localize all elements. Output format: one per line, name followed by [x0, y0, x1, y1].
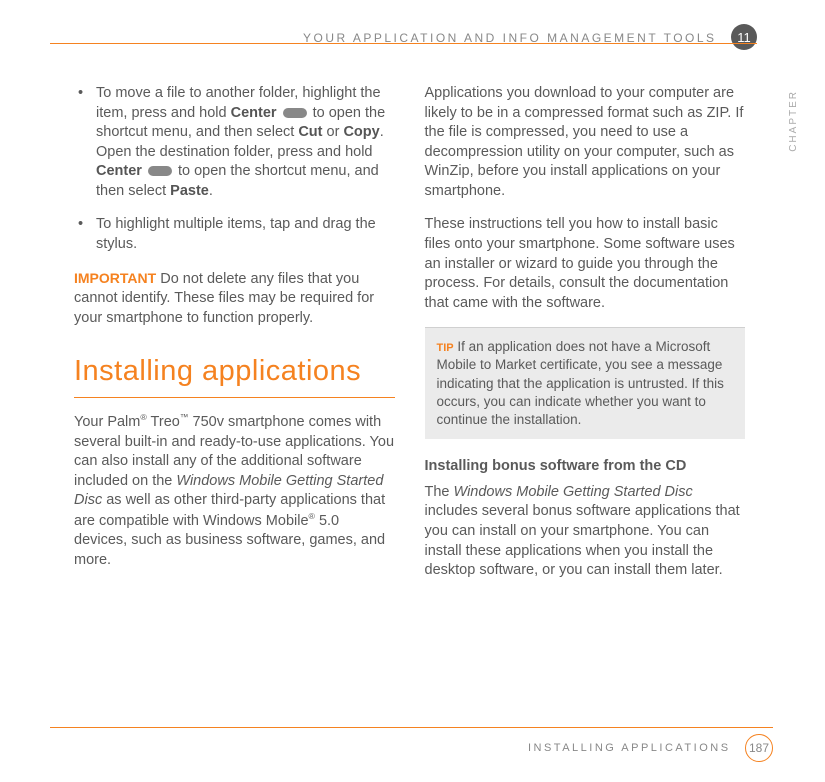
bullet-highlight-multiple: To highlight multiple items, tap and dra…: [96, 215, 395, 254]
para-a: Your Palm: [74, 414, 140, 430]
tm-mark: ™: [180, 412, 189, 422]
intro-paragraph: Your Palm® Treo™ 750v smartphone comes w…: [74, 412, 395, 570]
subhead-bonus-software: Installing bonus software from the CD: [425, 457, 746, 477]
right-column: Applications you download to your comput…: [425, 84, 746, 702]
page-number-badge: 187: [745, 734, 773, 762]
paragraph-compressed: Applications you download to your comput…: [425, 84, 746, 201]
chapter-side-label: CHAPTER: [788, 90, 799, 152]
center-label: Center: [231, 105, 277, 121]
tip-text: If an application does not have a Micros…: [437, 339, 724, 427]
header-divider: [50, 43, 757, 44]
cut-label: Cut: [298, 124, 322, 140]
important-label: IMPORTANT: [74, 270, 156, 286]
or-text: or: [323, 124, 344, 140]
center-button-icon: [283, 108, 307, 118]
paragraph-bonus: The Windows Mobile Getting Started Disc …: [425, 483, 746, 581]
tip-box: TIP If an application does not have a Mi…: [425, 327, 746, 439]
heading-underline: [74, 397, 395, 398]
para-b: Treo: [147, 414, 180, 430]
copy-label: Copy: [343, 124, 379, 140]
heading-installing-applications: Installing applications: [74, 352, 395, 391]
p3-disc: Windows Mobile Getting Started Disc: [454, 484, 693, 500]
center-button-icon-2: [148, 166, 172, 176]
content-columns: To move a file to another folder, highli…: [74, 84, 745, 702]
important-paragraph: IMPORTANT Do not delete any files that y…: [74, 269, 395, 329]
tip-label: TIP: [437, 342, 454, 354]
bullet-move-file: To move a file to another folder, highli…: [96, 84, 395, 201]
paragraph-instructions: These instructions tell you how to insta…: [425, 215, 746, 313]
paste-label: Paste: [170, 183, 209, 199]
p3-a: The: [425, 484, 454, 500]
bullet1-text-e: .: [209, 183, 213, 199]
chapter-number-badge: 11: [731, 24, 757, 50]
center-label-2: Center: [96, 163, 142, 179]
footer-section-title: INSTALLING APPLICATIONS: [528, 742, 731, 754]
footer-divider: [50, 727, 773, 728]
p3-b: includes several bonus software applicat…: [425, 503, 740, 578]
left-column: To move a file to another folder, highli…: [74, 84, 395, 702]
